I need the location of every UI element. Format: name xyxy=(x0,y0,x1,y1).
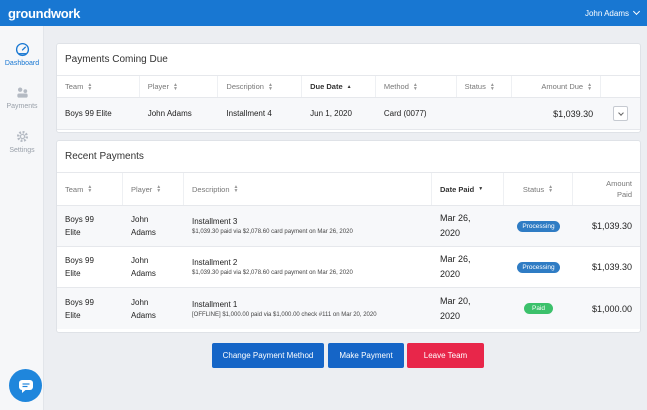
column-header-date-paid[interactable]: Date Paid ▼ xyxy=(432,173,504,205)
cell-team: Boys 99 Elite xyxy=(65,215,94,237)
column-header-description[interactable]: Description ▲ ▼ xyxy=(184,173,432,205)
column-header-method[interactable]: Method ▲ ▼ xyxy=(376,76,457,97)
cell-description: Installment 3 $1,039.30 paid via $2,078.6… xyxy=(192,217,353,235)
cell-method: Card (0077) xyxy=(383,109,427,118)
chevron-down-icon xyxy=(617,109,624,116)
column-header-amount-paid[interactable]: Amount Paid xyxy=(573,173,640,205)
cell-date-paid: Mar 20, 2020 xyxy=(440,295,471,321)
column-header-player[interactable]: Player ▲ ▼ xyxy=(123,173,184,205)
cell-team: Boys 99 Elite xyxy=(65,297,94,320)
cell-team: Boys 99 Elite xyxy=(65,256,94,278)
table-row[interactable]: Boys 99 Elite John Adams Installment 3 $1,0… xyxy=(57,206,640,247)
make-payment-button[interactable]: Make Payment xyxy=(328,343,404,368)
payments-icon xyxy=(16,87,28,98)
recent-payments-card: Recent Payments Team ▲ ▼ Player ▲ ▼ Descript… xyxy=(56,140,641,333)
column-header-team[interactable]: Team ▲ ▼ xyxy=(57,173,123,205)
top-bar: groundwork John Adams xyxy=(0,0,647,26)
cell-amount-paid: $1,039.30 xyxy=(591,221,632,231)
status-badge: Processing xyxy=(517,220,560,232)
table-header: Team ▲ ▼ Player ▲ ▼ Description ▲ ▼ Due Date ▲ … xyxy=(57,76,640,98)
sidebar: Dashboard Payments Settings xyxy=(0,26,44,410)
sidebar-item-settings[interactable]: Settings xyxy=(0,129,44,154)
sidebar-item-payments[interactable]: Payments xyxy=(0,85,44,110)
sidebar-item-label: Dashboard xyxy=(4,60,40,67)
card-title: Recent Payments xyxy=(57,141,640,173)
column-header-description[interactable]: Description ▲ ▼ xyxy=(218,76,303,97)
status-badge: Processing xyxy=(517,261,560,273)
chat-launcher-button[interactable] xyxy=(9,369,42,402)
cell-player: John Adams xyxy=(147,109,192,118)
table-row[interactable]: Boys 99 Elite John Adams Installment 4 J… xyxy=(57,98,640,130)
status-badge: Paid xyxy=(523,303,553,314)
user-name: John Adams xyxy=(584,8,629,18)
cell-due-date: Jun 1, 2020 xyxy=(310,109,352,118)
sidebar-item-label: Settings xyxy=(9,147,35,154)
cell-player: John Adams xyxy=(131,215,156,237)
column-header-amount-due[interactable]: Amount Due ▲ ▼ xyxy=(512,76,602,97)
column-header-due-date[interactable]: Due Date ▲ xyxy=(302,76,376,97)
column-header-team[interactable]: Team ▲ ▼ xyxy=(57,76,140,97)
cell-date-paid: Mar 26, 2020 xyxy=(440,213,471,238)
cell-player: John Adams xyxy=(131,297,156,320)
cell-description: Installment 1 [OFFLINE] $1,000.00 paid vi… xyxy=(192,299,377,318)
cell-date-paid: Mar 26, 2020 xyxy=(440,254,471,279)
sidebar-item-label: Payments xyxy=(6,103,38,110)
payments-coming-due-card: Payments Coming Due Team ▲ ▼ Player ▲ ▼ Desc… xyxy=(56,43,641,133)
cell-status: Processing xyxy=(504,261,573,273)
gear-icon xyxy=(16,130,28,143)
cell-amount-due: $1,039.30 xyxy=(553,108,594,119)
dashboard-icon xyxy=(15,42,29,57)
app-logo[interactable]: groundwork xyxy=(8,6,80,21)
sidebar-item-dashboard[interactable]: Dashboard xyxy=(0,42,44,67)
leave-team-button[interactable]: Leave Team xyxy=(407,343,484,368)
cell-description: Installment 2 $1,039.30 paid via $2,078.6… xyxy=(192,258,353,276)
cell-status: Processing xyxy=(504,220,573,232)
cell-team: Boys 99 Elite xyxy=(65,109,112,118)
cell-description: Installment 4 xyxy=(226,109,272,118)
cell-status: Paid xyxy=(504,303,573,314)
table-header: Team ▲ ▼ Player ▲ ▼ Description ▲ ▼ Date Paid ▼… xyxy=(57,173,640,206)
cell-player: John Adams xyxy=(131,256,156,278)
change-payment-method-button[interactable]: Change Payment Method xyxy=(212,343,324,368)
row-expand-dropdown[interactable] xyxy=(613,106,629,121)
cell-amount-paid: $1,039.30 xyxy=(591,262,632,272)
user-menu[interactable]: John Adams xyxy=(584,7,641,18)
column-header-player[interactable]: Player ▲ ▼ xyxy=(140,76,219,97)
cell-amount-paid: $1,000.00 xyxy=(591,303,632,314)
column-header-status[interactable]: Status ▲ ▼ xyxy=(504,173,573,205)
chevron-down-icon xyxy=(632,7,641,16)
table-row[interactable]: Boys 99 Elite John Adams Installment 2 $1,0… xyxy=(57,247,640,288)
table-row[interactable]: Boys 99 Elite John Adams Installment 1 [OFF… xyxy=(57,288,640,329)
card-title: Payments Coming Due xyxy=(57,44,640,76)
chat-icon xyxy=(18,379,33,393)
column-header-status[interactable]: Status ▲ ▼ xyxy=(457,76,513,97)
